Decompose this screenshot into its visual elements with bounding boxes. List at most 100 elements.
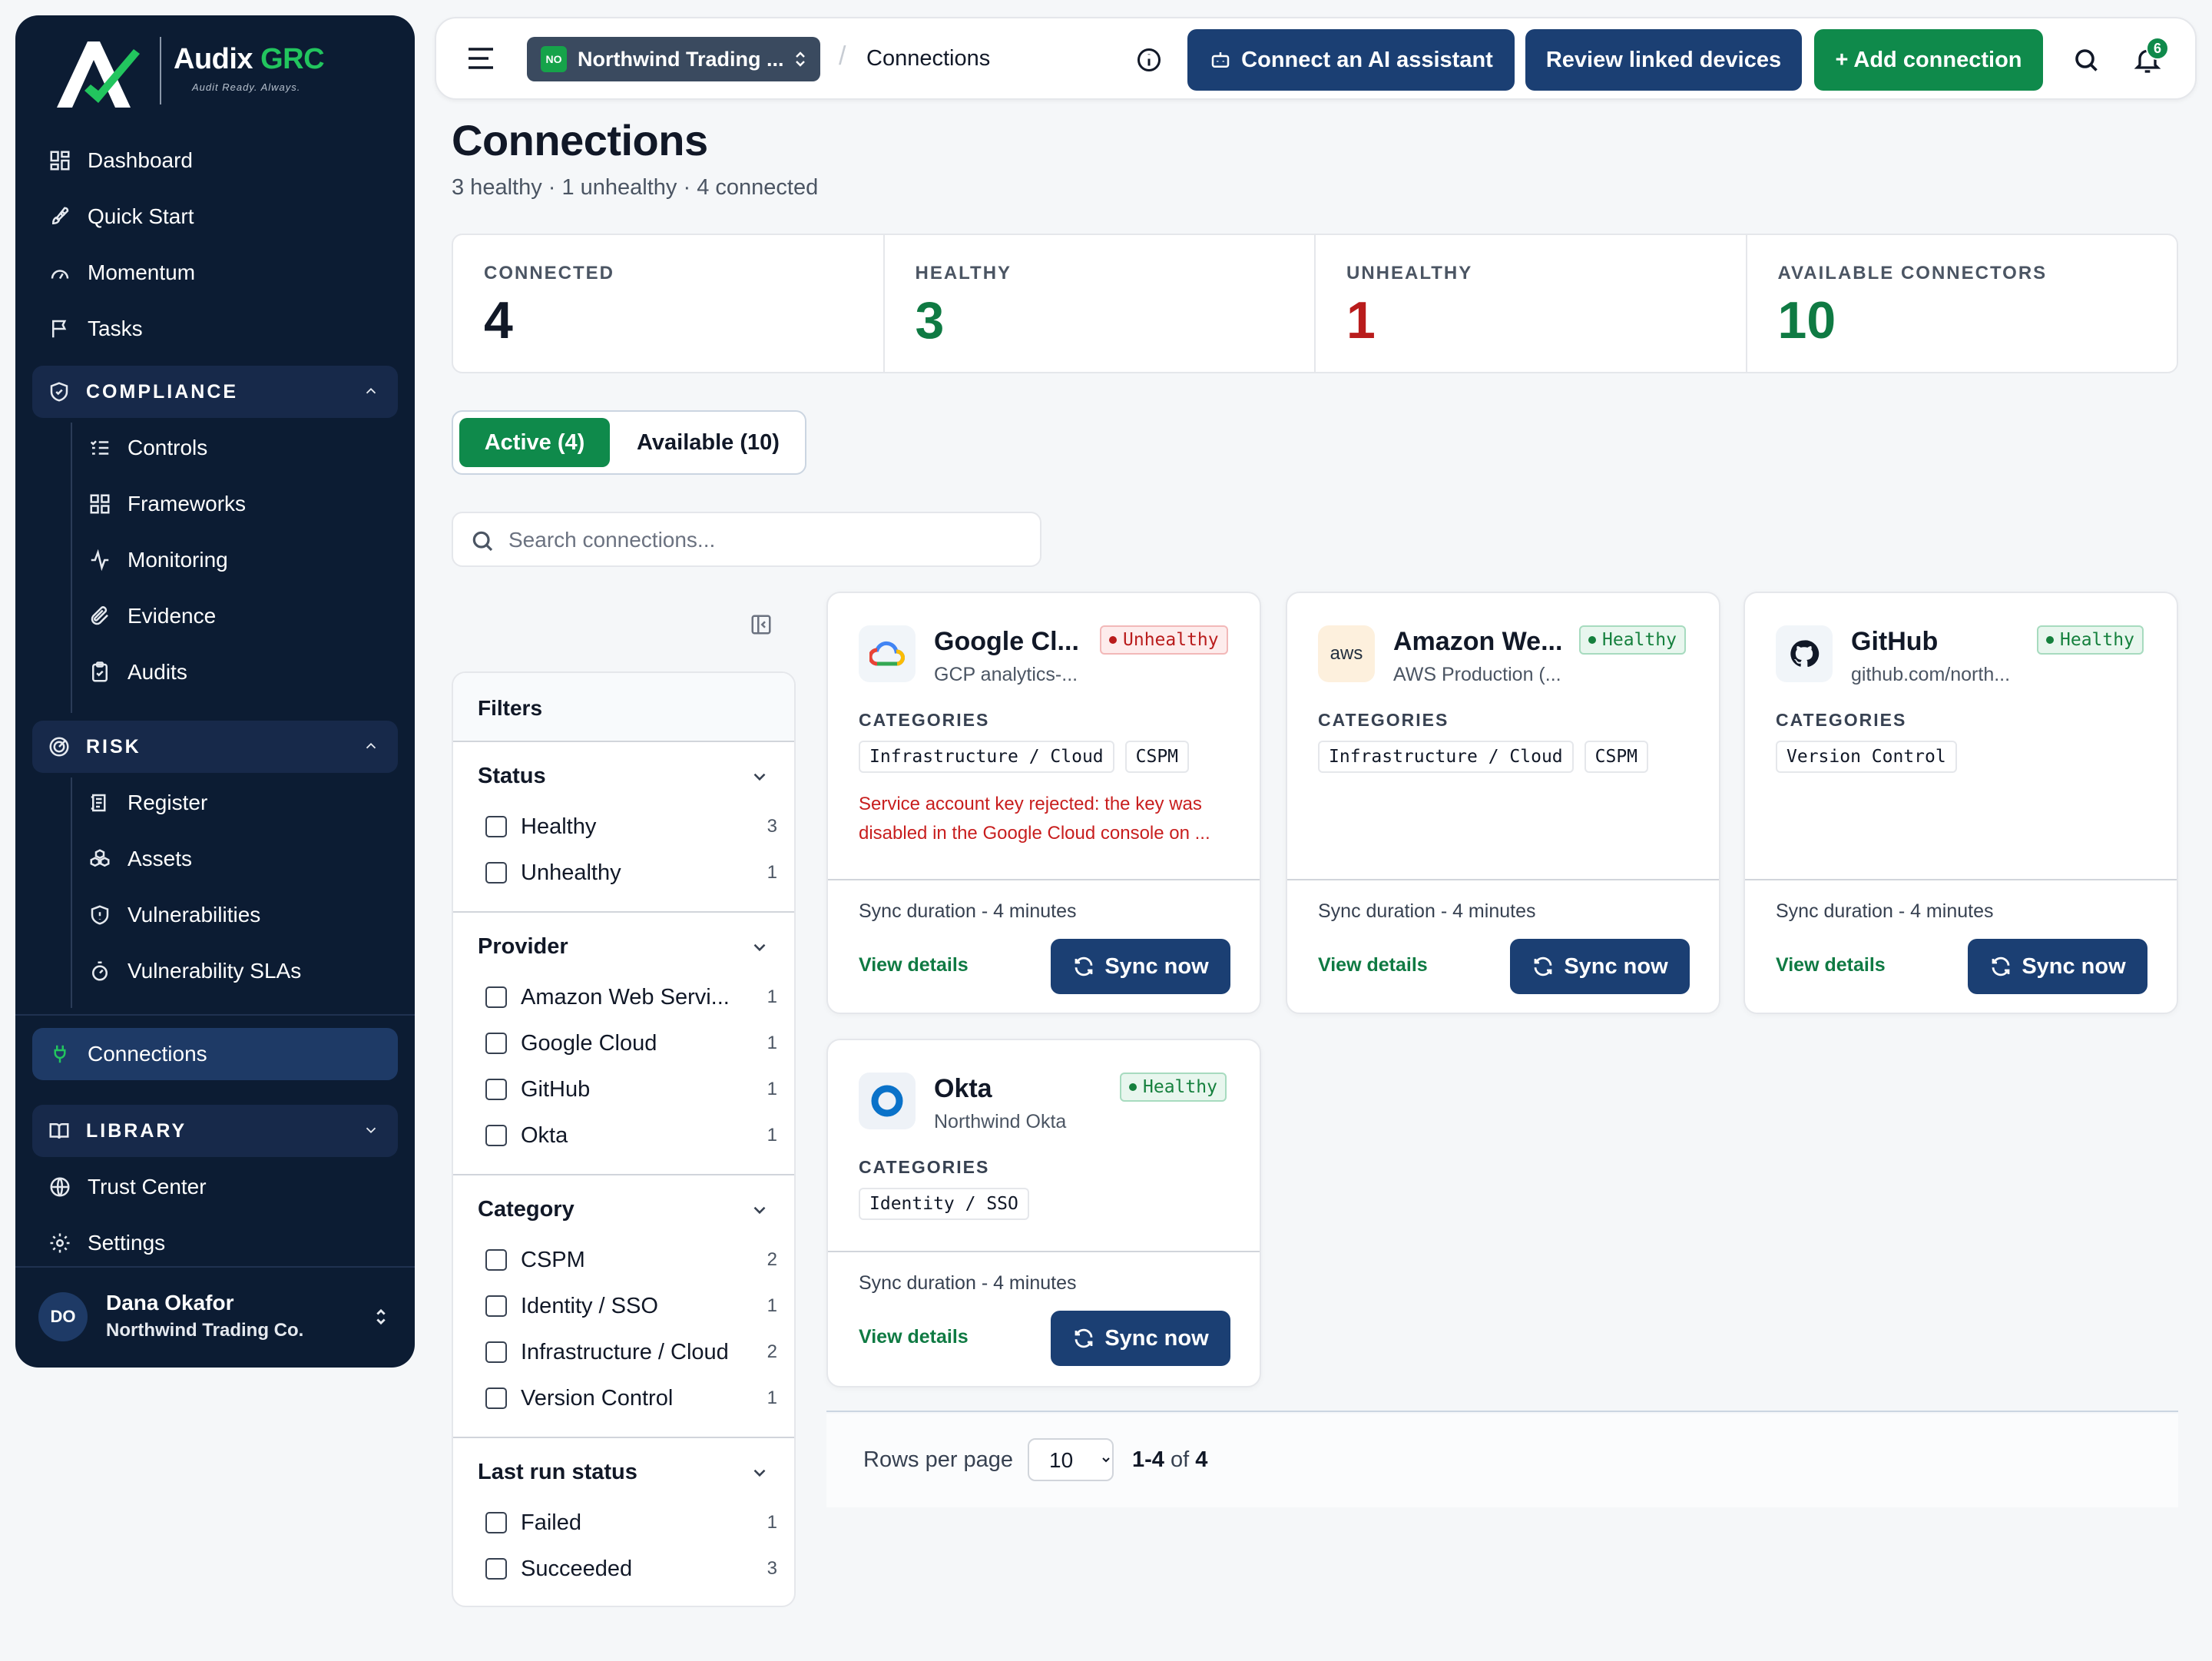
filter-group-provider[interactable]: Provider	[478, 934, 568, 960]
brand-logo[interactable]: Audix GRC Audit Ready. Always.	[38, 25, 392, 117]
checkbox[interactable]	[485, 1079, 507, 1100]
user-org: Northwind Trading Co.	[106, 1320, 304, 1341]
status-dot	[1588, 636, 1596, 644]
checkbox[interactable]	[485, 1125, 507, 1146]
stat-value: 1	[1346, 291, 1376, 350]
search-icon[interactable]	[2072, 46, 2100, 74]
sidebar-item-label: Momentum	[88, 260, 196, 284]
search-input[interactable]	[508, 521, 1015, 559]
sync-now-button[interactable]: Sync now	[1051, 939, 1230, 994]
checkbox[interactable]	[485, 1558, 507, 1580]
org-switcher[interactable]: NO Northwind Trading ...	[527, 37, 820, 81]
gauge-icon	[48, 260, 72, 285]
sidebar-item-quick-start[interactable]: Quick Start	[32, 191, 398, 242]
filter-option[interactable]: Unhealthy 1	[485, 856, 777, 890]
checkbox[interactable]	[485, 1512, 507, 1533]
filter-option[interactable]: Okta 1	[485, 1119, 777, 1152]
chevron-down-icon[interactable]	[750, 937, 770, 957]
card-subtitle: GCP analytics-...	[934, 664, 1078, 685]
sidebar-item-vulnerabilities[interactable]: Vulnerabilities	[72, 890, 398, 940]
sidebar-item-vulnerability-slas[interactable]: Vulnerability SLAs	[72, 946, 398, 996]
timer-icon	[88, 959, 112, 983]
search-connections	[452, 512, 1041, 567]
sidebar-item-label: Register	[127, 791, 208, 814]
chevron-down-icon[interactable]	[750, 767, 770, 787]
filter-option[interactable]: Healthy 3	[485, 810, 777, 844]
add-connection-button[interactable]: + Add connection	[1814, 29, 2043, 91]
status-dot	[1109, 636, 1117, 644]
section-compliance[interactable]: COMPLIANCE	[32, 366, 398, 418]
rows-per-page-select[interactable]: 10	[1028, 1438, 1114, 1481]
info-icon[interactable]	[1135, 46, 1163, 74]
brand-divider	[160, 37, 161, 104]
checkbox[interactable]	[485, 1341, 507, 1363]
view-details-link[interactable]: View details	[859, 1326, 969, 1348]
checkbox[interactable]	[485, 1249, 507, 1271]
sidebar-item-label: Vulnerabilities	[127, 903, 261, 927]
filter-option[interactable]: Failed 1	[485, 1506, 777, 1540]
checkbox[interactable]	[485, 1033, 507, 1054]
filter-group-category[interactable]: Category	[478, 1197, 575, 1222]
view-details-link[interactable]: View details	[859, 954, 969, 976]
checkbox[interactable]	[485, 1387, 507, 1409]
filter-option[interactable]: Version Control 1	[485, 1381, 777, 1415]
sidebar-item-tasks[interactable]: Tasks	[32, 303, 398, 354]
book-open-icon	[48, 1119, 72, 1143]
clipboard-icon	[88, 660, 112, 685]
view-details-link[interactable]: View details	[1776, 954, 1886, 976]
sync-now-button[interactable]: Sync now	[1510, 939, 1690, 994]
sidebar-item-dashboard[interactable]: Dashboard	[32, 135, 398, 186]
filter-option[interactable]: Infrastructure / Cloud 2	[485, 1335, 777, 1369]
section-library[interactable]: LIBRARY	[32, 1105, 398, 1157]
filter-option[interactable]: Google Cloud 1	[485, 1026, 777, 1060]
tab-available[interactable]: Available (10)	[616, 418, 800, 467]
checkbox[interactable]	[485, 816, 507, 837]
section-risk[interactable]: RISK	[32, 721, 398, 773]
sidebar-item-audits[interactable]: Audits	[72, 647, 398, 698]
connection-card-aws[interactable]: aws Amazon We... AWS Production (... Hea…	[1286, 592, 1720, 1014]
connect-ai-assistant-button[interactable]: Connect an AI assistant	[1187, 29, 1515, 91]
sidebar-item-momentum[interactable]: Momentum	[32, 247, 398, 298]
tab-active[interactable]: Active (4)	[459, 418, 610, 467]
stat-label: HEALTHY	[915, 263, 1012, 283]
checkbox[interactable]	[485, 986, 507, 1008]
sync-duration: Sync duration - 4 minutes	[859, 900, 1077, 922]
sidebar-item-connections[interactable]: Connections	[32, 1028, 398, 1080]
chevron-down-icon[interactable]	[750, 1200, 770, 1220]
sidebar-item-trust-center[interactable]: Trust Center	[32, 1162, 398, 1212]
filter-option[interactable]: Amazon Web Servi... 1	[485, 980, 777, 1014]
menu-icon[interactable]	[467, 46, 495, 71]
review-linked-devices-button[interactable]: Review linked devices	[1525, 29, 1802, 91]
filter-option[interactable]: GitHub 1	[485, 1073, 777, 1106]
view-details-link[interactable]: View details	[1318, 954, 1428, 976]
filter-option[interactable]: Identity / SSO 1	[485, 1289, 777, 1323]
connection-card-okta[interactable]: Okta Northwind Okta Healthy CATEGORIES I…	[826, 1039, 1261, 1387]
collapse-panel-icon[interactable]	[750, 613, 773, 636]
sidebar-item-controls[interactable]: Controls	[72, 423, 398, 473]
pagination: Rows per page 10 1-4 of 4	[826, 1414, 2178, 1507]
sidebar-item-settings[interactable]: Settings	[32, 1218, 398, 1268]
sync-now-button[interactable]: Sync now	[1051, 1311, 1230, 1366]
filter-group-last-run-status[interactable]: Last run status	[478, 1460, 637, 1485]
sidebar-item-evidence[interactable]: Evidence	[72, 591, 398, 642]
filter-option[interactable]: CSPM 2	[485, 1243, 777, 1277]
user-menu[interactable]: DO Dana Okafor Northwind Trading Co.	[38, 1283, 392, 1352]
category-chips: Infrastructure / Cloud CSPM	[859, 741, 1190, 773]
checkbox[interactable]	[485, 1295, 507, 1317]
error-message: Service account key rejected: the key wa…	[859, 794, 1210, 844]
connection-card-google-cloud[interactable]: Google Cl... GCP analytics-... Unhealthy…	[826, 592, 1261, 1014]
chevron-down-icon[interactable]	[750, 1463, 770, 1483]
connection-card-github[interactable]: GitHub github.com/north... Healthy CATEG…	[1743, 592, 2178, 1014]
user-name: Dana Okafor	[106, 1291, 234, 1315]
checkbox[interactable]	[485, 862, 507, 884]
sidebar-item-frameworks[interactable]: Frameworks	[72, 479, 398, 529]
page-range: 1-4 of 4	[1132, 1447, 1208, 1472]
sync-now-button[interactable]: Sync now	[1968, 939, 2147, 994]
sidebar-item-monitoring[interactable]: Monitoring	[72, 535, 398, 585]
plug-icon	[48, 1042, 72, 1066]
sidebar-item-register[interactable]: Register	[72, 777, 398, 828]
filter-option[interactable]: Succeeded 3	[485, 1552, 777, 1586]
section-title: COMPLIANCE	[86, 380, 239, 403]
sidebar-item-assets[interactable]: Assets	[72, 834, 398, 884]
filter-group-status[interactable]: Status	[478, 764, 546, 789]
